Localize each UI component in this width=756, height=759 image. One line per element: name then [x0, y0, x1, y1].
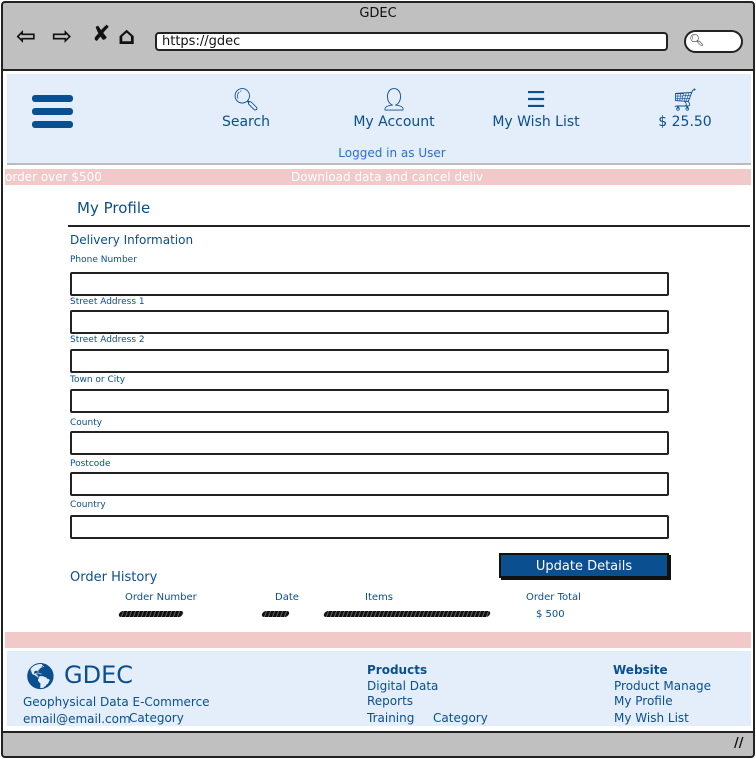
country-input[interactable]	[70, 515, 669, 539]
login-status: Logged in as User	[338, 146, 446, 160]
footer-link[interactable]: Training	[367, 711, 414, 725]
order-history-heading: Order History	[70, 570, 158, 585]
street2-label: Street Address 2	[70, 335, 145, 345]
footer-band	[5, 632, 751, 648]
close-icon[interactable]: ✘	[92, 22, 110, 47]
list-icon: ☰	[526, 88, 546, 113]
window-title: GDEC	[359, 6, 397, 21]
footer-website-title: Website	[613, 663, 668, 677]
street1-input[interactable]	[70, 310, 669, 334]
items-redacted	[322, 611, 492, 617]
footer-link[interactable]: Digital Data	[367, 679, 438, 693]
search-icon: 🔍︎	[232, 88, 260, 113]
col-date: Date	[275, 592, 299, 603]
user-icon: 👤︎	[380, 88, 408, 113]
town-label: Town or City	[70, 375, 126, 385]
footer-tagline: Geophysical Data E-Commerce	[23, 695, 210, 709]
back-icon[interactable]: ⇦	[16, 22, 36, 50]
globe-icon: 🌎︎	[24, 662, 58, 692]
resize-grip-icon[interactable]: //	[734, 736, 744, 751]
divider	[68, 225, 750, 227]
footer-link[interactable]: My Profile	[614, 694, 673, 708]
country-label: Country	[70, 500, 106, 510]
search-icon: 🔍︎	[689, 33, 705, 47]
address-bar[interactable]: https://gdec	[155, 32, 668, 51]
phone-input[interactable]	[70, 272, 669, 296]
footer-category[interactable]: Category	[129, 711, 184, 725]
footer-link[interactable]: Category	[433, 711, 488, 725]
footer-link[interactable]: Product Manage	[614, 679, 711, 693]
menu-icon[interactable]	[32, 95, 73, 102]
street2-input[interactable]	[70, 349, 669, 373]
nav-cart[interactable]: 🛒︎ $ 25.50	[625, 88, 745, 130]
nav-my-account[interactable]: 👤︎ My Account	[334, 88, 454, 130]
order-number-redacted	[117, 611, 185, 617]
postcode-label: Postcode	[70, 459, 111, 469]
col-items: Items	[365, 592, 393, 603]
nav-wish-list[interactable]: ☰ My Wish List	[476, 88, 596, 130]
postcode-input[interactable]	[70, 472, 669, 496]
footer-email[interactable]: email@email.com	[23, 712, 131, 726]
county-input[interactable]	[70, 431, 669, 455]
status-bar	[3, 731, 753, 756]
phone-label: Phone Number	[70, 255, 137, 265]
menu-icon-bar[interactable]	[32, 121, 73, 128]
home-icon[interactable]: ⌂	[118, 22, 135, 50]
order-total: $ 500	[536, 609, 565, 620]
page-title: My Profile	[77, 199, 151, 217]
footer-link[interactable]: Reports	[367, 694, 413, 708]
update-details-button[interactable]: Update Details	[499, 553, 669, 578]
col-order-total: Order Total	[526, 592, 581, 603]
cart-icon: 🛒︎	[671, 88, 699, 113]
street1-label: Street Address 1	[70, 297, 145, 307]
date-redacted	[260, 611, 291, 617]
footer-logo: GDEC	[64, 661, 133, 689]
nav-search[interactable]: 🔍︎ Search	[186, 88, 306, 130]
town-input[interactable]	[70, 389, 669, 413]
marquee-banner: order over $500 Download data and cancel…	[5, 169, 751, 185]
county-label: County	[70, 418, 103, 428]
menu-icon-bar[interactable]	[32, 108, 73, 115]
footer-link[interactable]: My Wish List	[614, 711, 689, 725]
col-order-number: Order Number	[125, 592, 197, 603]
section-heading: Delivery Information	[70, 233, 194, 247]
browser-search[interactable]: 🔍︎	[684, 30, 743, 53]
forward-icon[interactable]: ⇨	[52, 22, 72, 50]
footer-products-title: Products	[367, 663, 428, 677]
